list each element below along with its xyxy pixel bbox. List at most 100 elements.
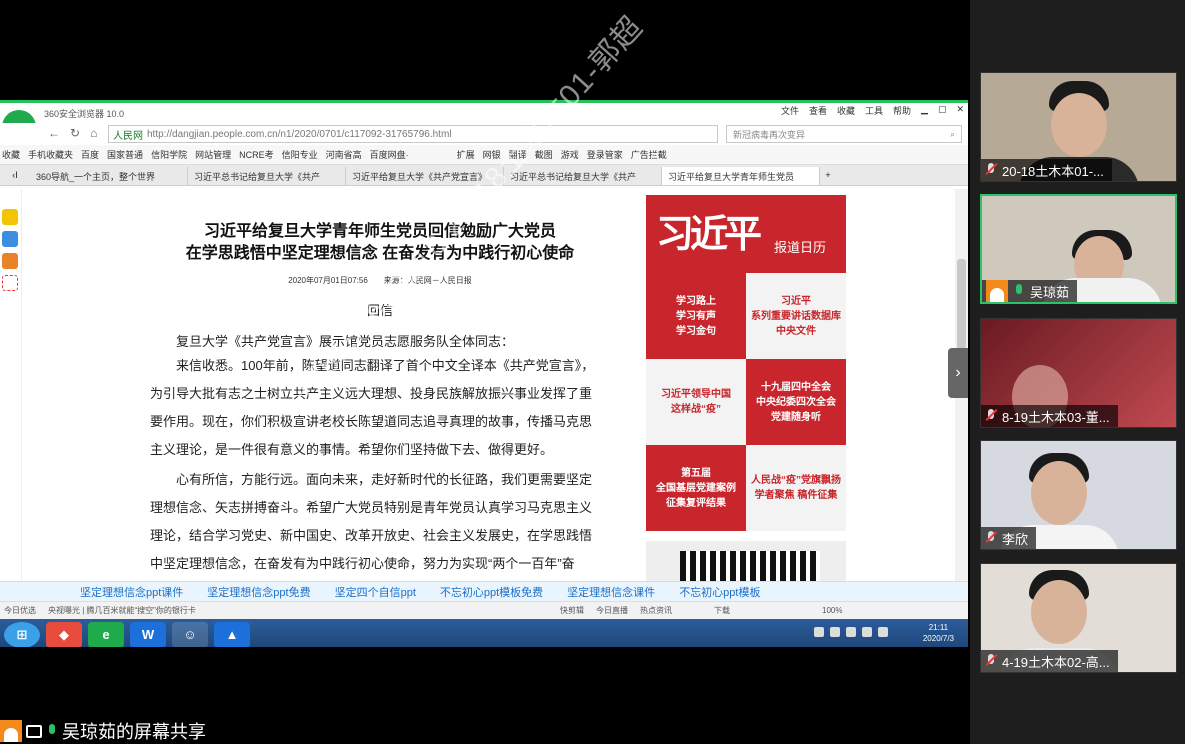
fav-item[interactable]: 信阳学院 <box>151 148 187 161</box>
mail-icon[interactable] <box>2 275 18 291</box>
share-label-text: 吴琼茹的屏幕共享 <box>62 722 206 742</box>
participant-tile[interactable]: 李欣 <box>980 440 1177 550</box>
hot-search-item[interactable]: 坚定理想信念ppt免费 <box>207 584 310 600</box>
app-icon[interactable]: ◆ <box>46 621 82 647</box>
browser-tab[interactable]: 360导航_一个主页，整个世界 <box>30 166 188 185</box>
hot-search-item[interactable]: 不忘初心ppt模板 <box>679 584 760 600</box>
fav-item[interactable]: 百度 <box>81 148 99 161</box>
browser-statusbar: 今日优选 央视曝光 | 腾几百米就能“搜空”你的银行卡 快剪辑 今日直播 热点资… <box>0 601 968 619</box>
app-icon[interactable]: ☺ <box>172 621 208 647</box>
new-tab-icon[interactable]: + <box>820 170 836 180</box>
browser-sidebar <box>0 189 22 581</box>
status-item[interactable]: 快剪辑 <box>560 605 584 616</box>
browser-title: 360安全浏览器 10.0 <box>44 109 125 119</box>
fav-item[interactable]: 信阳专业 <box>282 148 318 161</box>
tab-scroll-icon[interactable]: ‹I <box>0 170 30 180</box>
participant-namebar: 李欣 <box>981 527 1037 549</box>
promo-cell[interactable]: 习近平 系列重要讲话数据库 中央文件 <box>746 273 846 359</box>
mic-muted-icon <box>985 163 997 177</box>
close-icon[interactable]: ✕ <box>956 104 964 117</box>
fav-item[interactable]: 网银 <box>483 148 501 161</box>
menu-favorites[interactable]: 收藏 <box>837 104 855 117</box>
fav-item[interactable]: 河南省高 <box>326 148 362 161</box>
participant-face <box>1031 461 1087 525</box>
promo-banner[interactable]: 习近平 报道日历 <box>646 195 846 273</box>
fav-item[interactable]: 百度网盘· <box>370 148 409 161</box>
hot-search-bar: 坚定理想信念ppt课件 坚定理想信念ppt免费 坚定四个自信ppt 不忘初心pp… <box>0 581 968 601</box>
participant-tile[interactable]: 4-19土木本02-高... <box>980 563 1177 673</box>
fav-item[interactable]: 国家普通 <box>107 148 143 161</box>
hot-search-item[interactable]: 坚定四个自信ppt <box>335 584 416 600</box>
menu-help[interactable]: 帮助 <box>893 104 911 117</box>
favorites-star-icon[interactable] <box>2 209 18 225</box>
search-icon[interactable]: ⌕ <box>950 129 955 140</box>
fav-item[interactable]: 手机收藏夹 <box>28 148 73 161</box>
start-icon[interactable]: ⊞ <box>4 621 40 647</box>
participant-name: 李欣 <box>1002 531 1029 547</box>
refresh-icon[interactable]: ↻ <box>70 126 80 140</box>
tray-icon[interactable] <box>862 627 872 637</box>
status-item[interactable]: 下载 <box>714 605 730 616</box>
participant-face <box>1050 93 1107 157</box>
scrollbar-thumb[interactable] <box>957 259 966 349</box>
status-item[interactable]: 热点资讯 <box>640 605 672 616</box>
reader-icon[interactable] <box>2 231 18 247</box>
promo-cell[interactable]: 人民战“疫”党旗飘扬 学者聚焦 稿件征集 <box>746 445 846 531</box>
article-subtitle: 回信 <box>366 303 393 318</box>
search-input[interactable]: 新冠病毒再次变异 ⌕ <box>726 125 962 143</box>
url-input[interactable]: 人民网 http://dangjian.people.com.cn/n1/202… <box>108 125 718 143</box>
fav-item[interactable]: 网站管理 <box>195 148 231 161</box>
browser-360-icon[interactable]: e <box>88 621 124 647</box>
fav-item[interactable]: 广告拦截 <box>631 148 667 161</box>
promo-cell[interactable]: 学习路上 学习有声 学习金句 <box>646 273 746 359</box>
browser-tab[interactable]: 习近平给复旦大学《共产党宣言》 <box>346 166 504 185</box>
nav-buttons: ← ↻ ⌂ <box>48 126 97 140</box>
back-icon[interactable]: ← <box>48 126 60 140</box>
browser-tab[interactable]: 习近平总书记给复旦大学《共产 <box>504 166 662 185</box>
browser-tab[interactable]: 习近平总书记给复旦大学《共产 <box>188 166 346 185</box>
tray-icon[interactable] <box>846 627 856 637</box>
address-bar: ← ↻ ⌂ 人民网 http://dangjian.people.com.cn/… <box>0 123 968 145</box>
user-avatar-icon <box>986 280 1008 302</box>
meeting-app-icon[interactable]: ▲ <box>214 621 250 647</box>
menu-view[interactable]: 查看 <box>809 104 827 117</box>
status-item[interactable]: 央视曝光 | 腾几百米就能“搜空”你的银行卡 <box>48 605 548 616</box>
wps-icon[interactable]: W <box>130 621 166 647</box>
fav-item[interactable]: 扩展 <box>457 148 475 161</box>
status-item[interactable]: 今日直播 <box>596 605 628 616</box>
article-title-line1: 习近平给复旦大学青年师生党员回信勉励广大党员 <box>203 223 556 240</box>
maximize-icon[interactable]: ▢ <box>938 104 947 117</box>
tray-icon[interactable] <box>830 627 840 637</box>
hot-search-item[interactable]: 坚定理想信念课件 <box>567 584 655 600</box>
menu-tools[interactable]: 工具 <box>865 104 883 117</box>
promo-cell[interactable]: 习近平领导中国 这样战“疫” <box>646 359 746 445</box>
status-item[interactable]: 今日优选 <box>4 605 36 616</box>
fav-item[interactable]: 收藏 <box>2 148 20 161</box>
fav-item[interactable]: 翻译 <box>509 148 527 161</box>
menu-file[interactable]: 文件 <box>781 104 799 117</box>
next-page-arrow-icon[interactable]: › <box>948 348 968 398</box>
weibo-icon[interactable] <box>2 253 18 269</box>
home-icon[interactable]: ⌂ <box>90 126 97 140</box>
minimize-icon[interactable]: ▁ <box>921 104 928 117</box>
participant-namebar: 4-19土木本02-高... <box>981 650 1118 672</box>
tray-icon[interactable] <box>814 627 824 637</box>
promo-cell[interactable]: 十九届四中全会 中央纪委四次全会 党建随身听 <box>746 359 846 445</box>
participant-tile-active[interactable]: 吴琼茹 <box>980 194 1177 304</box>
browser-tab-active[interactable]: 习近平给复旦大学青年师生党员 <box>662 166 820 185</box>
participant-tile[interactable]: 8-19土木本03-董... <box>980 318 1177 428</box>
fav-item[interactable]: NCRE考 <box>239 148 274 161</box>
banner-subtitle: 报道日历 <box>774 240 827 255</box>
zoom-level[interactable]: 100% <box>822 606 842 615</box>
fav-item[interactable]: 登录管家 <box>587 148 623 161</box>
search-placeholder: 新冠病毒再次变异 <box>733 129 806 140</box>
hot-search-item[interactable]: 不忘初心ppt模板免费 <box>440 584 543 600</box>
fav-item[interactable]: 截图 <box>535 148 553 161</box>
fav-item[interactable]: 游戏 <box>561 148 579 161</box>
participant-namebar: 吴琼茹 <box>982 280 1078 302</box>
system-clock[interactable]: 21:11 2020/7/3 <box>923 622 954 644</box>
promo-cell[interactable]: 第五届 全国基层党建案例 征集复评结果 <box>646 445 746 531</box>
participant-tile[interactable]: 20-18土木本01-... <box>980 72 1177 182</box>
volume-icon[interactable] <box>878 627 888 637</box>
hot-search-item[interactable]: 坚定理想信念ppt课件 <box>80 584 183 600</box>
